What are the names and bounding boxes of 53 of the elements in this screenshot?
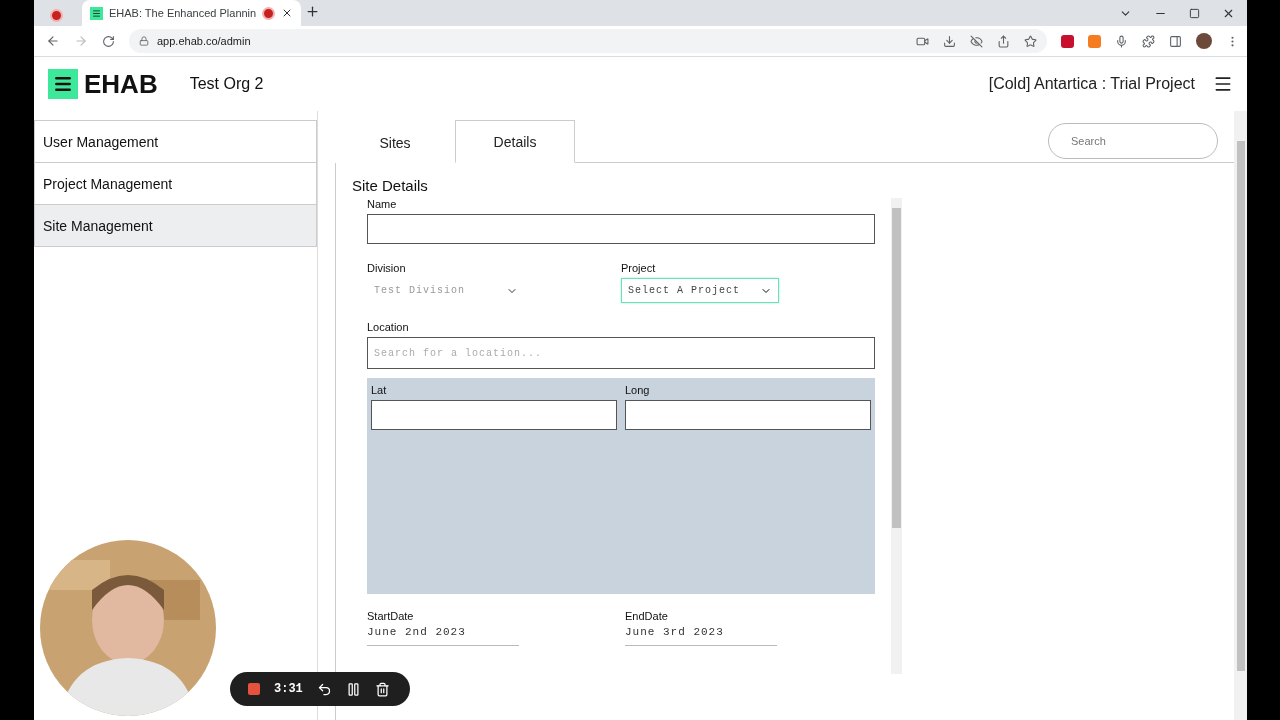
menu-icon[interactable] bbox=[1213, 74, 1233, 94]
logo-icon bbox=[48, 69, 78, 99]
tab[interactable]: Details bbox=[455, 120, 575, 163]
field-label: Long bbox=[625, 384, 651, 396]
input-field[interactable] bbox=[367, 214, 875, 244]
sidebar-item[interactable]: Site Management bbox=[34, 205, 317, 247]
favicon-icon bbox=[90, 6, 103, 20]
address-bar[interactable]: app.ehab.co/admin bbox=[129, 29, 1047, 53]
sidebar-item[interactable]: Project Management bbox=[34, 163, 317, 205]
download-icon[interactable] bbox=[943, 34, 956, 48]
puzzle-icon[interactable] bbox=[1142, 34, 1155, 48]
eye-off-icon[interactable] bbox=[970, 34, 983, 48]
brand-name: EHAB bbox=[84, 68, 158, 100]
recording-icon bbox=[50, 8, 63, 22]
field-label: StartDate bbox=[367, 610, 415, 622]
org-name: Test Org 2 bbox=[189, 75, 264, 93]
undo-icon[interactable] bbox=[316, 681, 332, 697]
scrollbar[interactable] bbox=[891, 198, 902, 674]
date-field[interactable]: June 2nd 2023 bbox=[367, 626, 519, 646]
trash-icon[interactable] bbox=[374, 681, 390, 697]
field-label: Location bbox=[367, 321, 410, 333]
avatar[interactable] bbox=[1196, 33, 1212, 49]
sidebar-item[interactable]: User Management bbox=[34, 120, 317, 163]
side-panel-icon[interactable] bbox=[1169, 34, 1182, 48]
select-field[interactable]: Select A Project bbox=[621, 278, 779, 303]
extension-icon[interactable] bbox=[1088, 34, 1101, 48]
input-field[interactable] bbox=[625, 400, 871, 430]
section-title: Site Details bbox=[352, 177, 429, 194]
new-tab-icon[interactable] bbox=[305, 3, 321, 19]
input-field[interactable] bbox=[371, 400, 617, 430]
search-field[interactable]: Search bbox=[1048, 123, 1218, 159]
field-label: Project bbox=[621, 262, 657, 274]
field-label: EndDate bbox=[625, 610, 669, 622]
field-label: Name bbox=[367, 198, 398, 210]
field-label: Lat bbox=[371, 384, 388, 396]
recording-time: 3:31 bbox=[274, 682, 303, 696]
field-label: Division bbox=[367, 262, 407, 274]
microphone-icon[interactable] bbox=[1115, 34, 1128, 48]
date-field[interactable]: June 3rd 2023 bbox=[625, 626, 777, 646]
extension-icon[interactable] bbox=[1061, 34, 1074, 48]
lock-icon bbox=[139, 36, 149, 46]
reload-icon[interactable] bbox=[102, 34, 115, 48]
scrollbar[interactable] bbox=[1234, 111, 1247, 720]
stop-icon[interactable] bbox=[248, 683, 260, 695]
recording-icon bbox=[262, 6, 276, 20]
project-title: [Cold] Antartica : Trial Project bbox=[988, 75, 1195, 93]
star-icon[interactable] bbox=[1024, 34, 1037, 48]
back-icon[interactable] bbox=[46, 34, 60, 48]
pause-icon[interactable] bbox=[345, 681, 361, 697]
share-icon[interactable] bbox=[997, 34, 1010, 48]
input-field[interactable]: Search for a location... bbox=[367, 337, 875, 369]
browser-tab[interactable]: EHAB: The Enhanced Plannin bbox=[82, 0, 302, 26]
restore-icon[interactable] bbox=[1189, 7, 1200, 19]
